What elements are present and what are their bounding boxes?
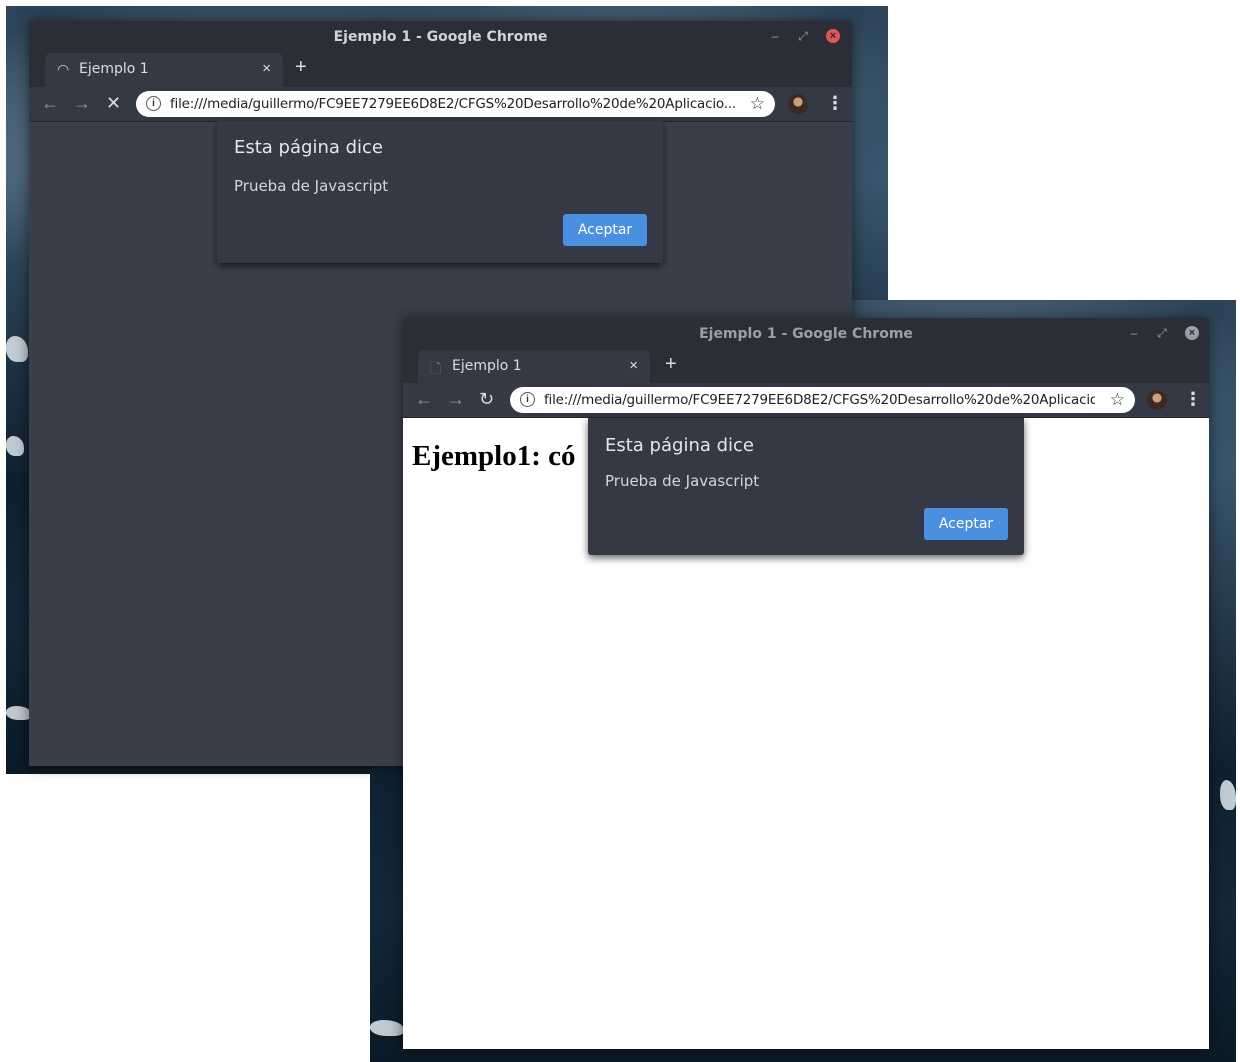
back-icon[interactable]: ← xyxy=(415,389,433,409)
forward-icon[interactable]: → xyxy=(73,93,91,113)
alert-dialog: Esta página dice Prueba de Javascript Ac… xyxy=(217,121,663,263)
close-icon[interactable]: × xyxy=(1185,326,1199,340)
menu-icon[interactable]: ⋮ xyxy=(826,93,844,113)
document-icon: 🗋 xyxy=(430,360,442,376)
forward-icon[interactable]: → xyxy=(447,389,465,409)
new-tab-button[interactable]: + xyxy=(295,57,307,77)
minimize-icon[interactable]: – xyxy=(766,27,784,45)
tab-close-icon[interactable]: × xyxy=(262,60,271,77)
info-icon[interactable]: i xyxy=(146,96,161,111)
window-titlebar[interactable]: Ejemplo 1 - Google Chrome – ⤢ × xyxy=(29,21,852,53)
window-title: Ejemplo 1 - Google Chrome xyxy=(699,326,913,342)
alert-dialog: Esta página dice Prueba de Javascript Ac… xyxy=(588,418,1024,555)
iceberg xyxy=(6,436,24,456)
menu-icon[interactable]: ⋮ xyxy=(1184,389,1202,409)
tab-strip: 🗋 Ejemplo 1 × + xyxy=(403,348,1209,384)
tab-title: Ejemplo 1 xyxy=(452,358,522,374)
reload-icon[interactable]: ↻ xyxy=(479,389,494,409)
address-bar[interactable]: i file:///media/guillermo/FC9EE7279EE6D8… xyxy=(510,387,1135,413)
tab-strip: ◠ Ejemplo 1 × + xyxy=(29,51,852,87)
dialog-title: Esta página dice xyxy=(605,435,755,456)
accept-button[interactable]: Aceptar xyxy=(924,508,1008,540)
profile-avatar[interactable] xyxy=(1147,390,1167,410)
iceberg xyxy=(1220,780,1236,810)
tab-close-icon[interactable]: × xyxy=(629,357,638,374)
iceberg xyxy=(6,336,28,362)
loading-spinner-icon: ◠ xyxy=(57,61,70,77)
browser-window: Ejemplo 1 - Google Chrome – ⤢ × 🗋 Ejempl… xyxy=(403,318,1209,1049)
page-heading: Ejemplo1: có xyxy=(412,440,576,472)
stop-icon[interactable]: ✕ xyxy=(106,93,121,113)
url-text[interactable]: file:///media/guillermo/FC9EE7279EE6D8E2… xyxy=(170,96,735,112)
back-icon[interactable]: ← xyxy=(41,93,59,113)
maximize-icon[interactable]: ⤢ xyxy=(1153,324,1171,342)
bookmark-star-icon[interactable]: ☆ xyxy=(750,94,765,114)
new-tab-button[interactable]: + xyxy=(665,354,677,374)
dialog-message: Prueba de Javascript xyxy=(234,177,389,195)
tab-ejemplo-1[interactable]: ◠ Ejemplo 1 × xyxy=(45,53,283,87)
dialog-message: Prueba de Javascript xyxy=(605,472,760,490)
accept-button[interactable]: Aceptar xyxy=(563,214,647,246)
bookmark-star-icon[interactable]: ☆ xyxy=(1110,390,1125,410)
window-title: Ejemplo 1 - Google Chrome xyxy=(333,29,548,45)
minimize-icon[interactable]: – xyxy=(1125,324,1143,342)
url-text[interactable]: file:///media/guillermo/FC9EE7279EE6D8E2… xyxy=(544,392,1095,408)
maximize-icon[interactable]: ⤢ xyxy=(794,27,812,45)
dialog-title: Esta página dice xyxy=(234,137,384,158)
info-icon[interactable]: i xyxy=(520,392,535,407)
browser-toolbar: ← → ↻ i file:///media/guillermo/FC9EE727… xyxy=(403,383,1209,418)
iceberg xyxy=(370,1020,404,1036)
browser-toolbar: ← → ✕ i file:///media/guillermo/FC9EE727… xyxy=(29,87,852,122)
close-icon[interactable]: × xyxy=(826,29,840,43)
window-titlebar[interactable]: Ejemplo 1 - Google Chrome – ⤢ × xyxy=(403,318,1209,350)
tab-ejemplo-1[interactable]: 🗋 Ejemplo 1 × xyxy=(418,350,650,384)
profile-avatar[interactable] xyxy=(788,94,808,114)
address-bar[interactable]: i file:///media/guillermo/FC9EE7279EE6D8… xyxy=(136,91,775,117)
tab-title: Ejemplo 1 xyxy=(79,61,149,77)
